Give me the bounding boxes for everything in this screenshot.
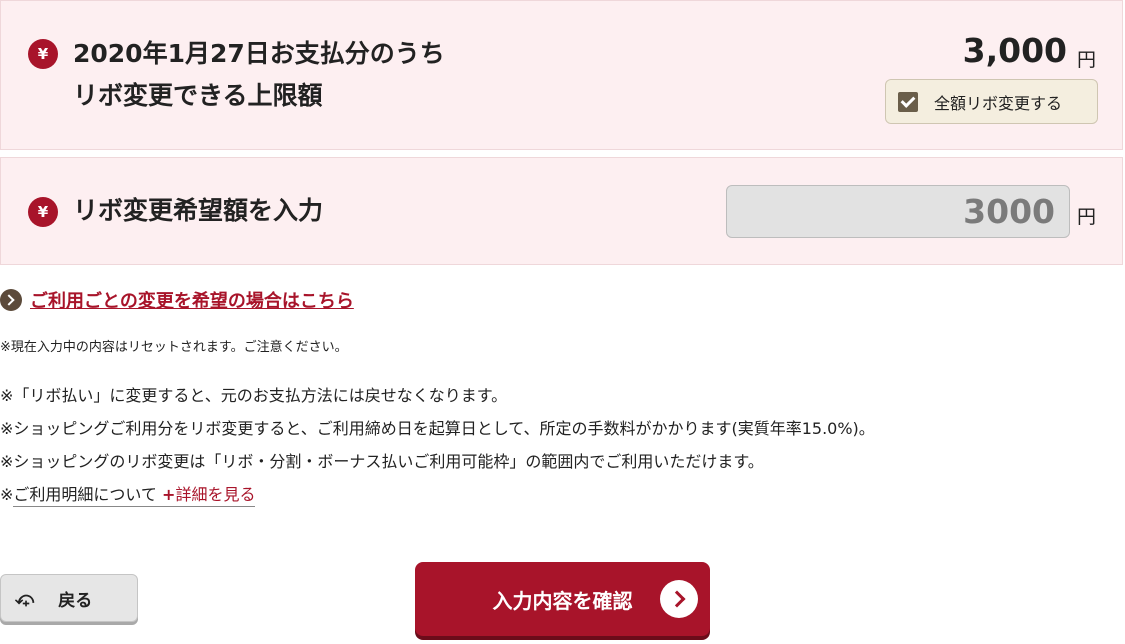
- yen-icon: ¥: [28, 197, 58, 227]
- plus-icon: +: [162, 485, 176, 504]
- note-item: ※ショッピングのリボ変更は「リボ・分割・ボーナス払いご利用可能枠」の範囲内でご利…: [0, 452, 764, 471]
- back-label: 戻る: [58, 590, 93, 611]
- full-change-checkbox[interactable]: 全額リボ変更する: [885, 79, 1098, 124]
- limit-title-line1: 2020年1月27日お支払分のうち: [73, 39, 445, 68]
- detail-label: 詳細を見る: [175, 485, 256, 504]
- per-use-change-link[interactable]: ご利用ごとの変更を希望の場合はこちら: [30, 287, 354, 313]
- limit-unit: 円: [1077, 49, 1097, 71]
- note-item: ※ショッピングご利用分をリボ変更すると、ご利用締め日を起算日として、所定の手数料…: [0, 419, 875, 438]
- reset-warning: ※現在入力中の内容はリセットされます。ご注意ください。: [0, 340, 348, 355]
- desired-amount-title: リボ変更希望額を入力: [73, 196, 324, 225]
- note-prefix: ※: [0, 485, 14, 504]
- statement-detail-link[interactable]: ご利用明細について +詳細を見る: [13, 485, 256, 507]
- yen-icon: ¥: [28, 39, 58, 69]
- full-change-label: 全額リボ変更する: [934, 93, 1063, 113]
- revolving-limit-panel: ¥ 2020年1月27日お支払分のうち リボ変更できる上限額 3,000 円 全…: [0, 0, 1123, 150]
- desired-amount-input[interactable]: [726, 185, 1070, 238]
- back-button[interactable]: ⤽ 戻る: [0, 574, 138, 622]
- statement-detail-text: ご利用明細について: [13, 485, 157, 504]
- statement-note: ※ご利用明細について +詳細を見る: [0, 481, 256, 507]
- limit-title-line2: リボ変更できる上限額: [73, 81, 323, 110]
- confirm-button[interactable]: 入力内容を確認: [415, 562, 710, 636]
- back-arrow-icon: ⤽: [15, 587, 35, 609]
- limit-amount: 3,000: [962, 31, 1067, 70]
- confirm-label: 入力内容を確認: [492, 588, 633, 613]
- desired-amount-unit: 円: [1077, 206, 1097, 228]
- chevron-right-circle-icon: [0, 289, 22, 311]
- checkbox-checked-icon: [898, 91, 918, 112]
- per-use-change-link-row[interactable]: ご利用ごとの変更を希望の場合はこちら: [0, 287, 354, 313]
- chevron-right-circle-icon: [660, 580, 698, 618]
- note-item: ※「リボ払い」に変更すると、元のお支払方法には戻せなくなります。: [0, 386, 508, 405]
